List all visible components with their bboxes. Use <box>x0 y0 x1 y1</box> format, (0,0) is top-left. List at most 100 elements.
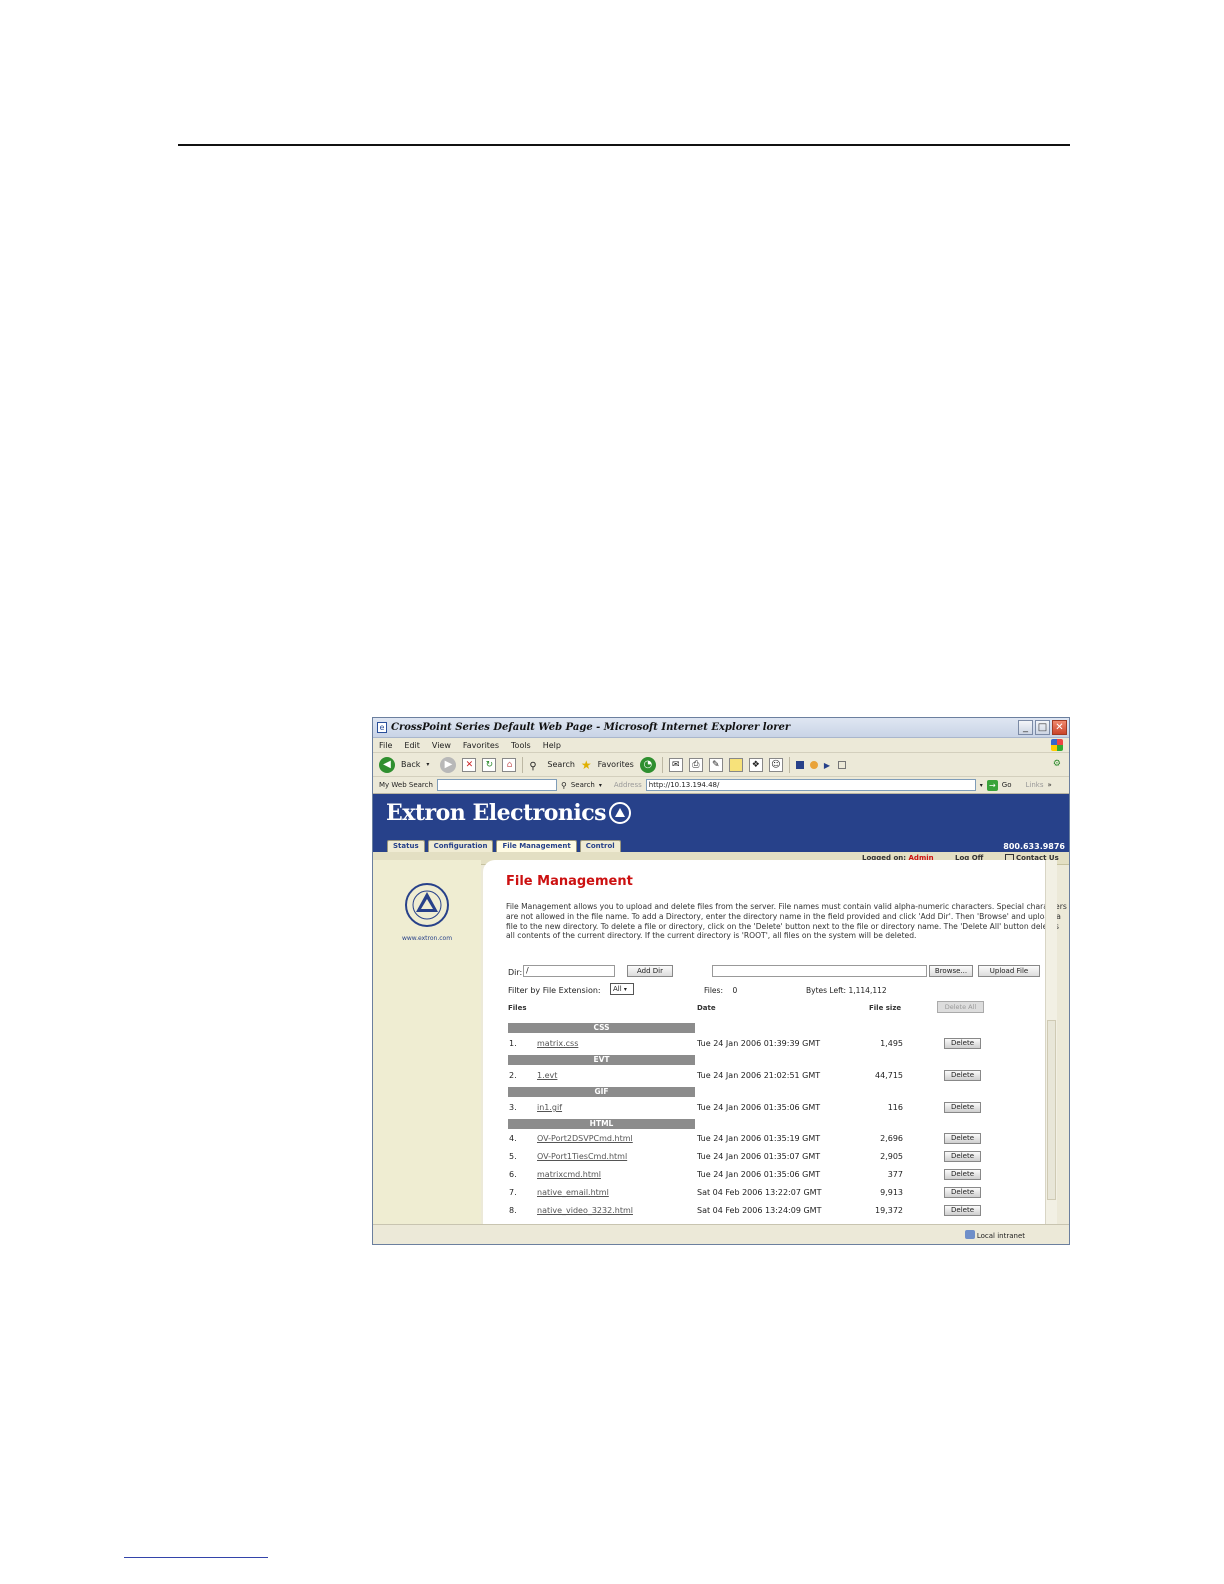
chevron-right-icon[interactable]: » <box>1048 781 1052 789</box>
address-dropdown-icon[interactable]: ▾ <box>980 782 983 789</box>
pointer-icon[interactable]: ▶ <box>824 761 832 770</box>
bytes-left: Bytes Left: 1,114,112 <box>806 986 887 995</box>
web-search-button[interactable]: Search <box>571 781 595 789</box>
file-size: 1,495 <box>880 1039 903 1048</box>
menu-favorites[interactable]: Favorites <box>463 741 499 750</box>
go-button[interactable]: Go <box>1002 781 1012 789</box>
tab-control[interactable]: Control <box>579 840 621 852</box>
address-bar: My Web Search ⚲ Search ▾ Address http://… <box>373 777 1069 794</box>
file-row-number: 6. <box>509 1170 517 1179</box>
favorites-star-icon[interactable]: ★ <box>581 758 592 772</box>
page-description: File Management allows you to upload and… <box>506 902 1067 941</box>
delete-button[interactable]: Delete <box>944 1187 981 1198</box>
delete-button[interactable]: Delete <box>944 1205 981 1216</box>
back-arrow-icon[interactable]: ◀ <box>379 756 395 773</box>
links-label[interactable]: Links <box>1026 781 1044 789</box>
search-label[interactable]: Search <box>547 760 574 769</box>
dir-input[interactable]: / <box>523 965 615 977</box>
favorites-label[interactable]: Favorites <box>598 760 634 769</box>
toolbar-extra-icon[interactable]: ⚙ <box>1053 759 1061 769</box>
research-icon[interactable]: ❖ <box>748 757 763 772</box>
sidebar-url[interactable]: www.extron.com <box>373 935 481 942</box>
tab-file-management[interactable]: File Management <box>496 840 577 852</box>
file-size: 116 <box>887 1103 903 1112</box>
col-date-header: Date <box>697 1004 716 1012</box>
minimize-button[interactable]: _ <box>1018 720 1033 735</box>
file-row-number: 5. <box>509 1152 517 1161</box>
page-scrollbar[interactable] <box>1045 860 1057 1224</box>
go-arrow-icon[interactable]: → <box>986 779 998 791</box>
menu-help[interactable]: Help <box>543 741 561 750</box>
file-date: Tue 24 Jan 2006 01:35:06 GMT <box>697 1103 821 1112</box>
page-title: File Management <box>506 874 633 889</box>
scrollbar-thumb[interactable] <box>1047 1020 1056 1200</box>
print-icon[interactable]: ⎙ <box>688 757 703 772</box>
toolbar-separator <box>522 756 524 773</box>
toolbar-separator <box>788 756 790 773</box>
stop-icon[interactable]: ✕ <box>462 757 477 772</box>
filter-label: Filter by File Extension: <box>508 986 601 995</box>
close-button[interactable]: ✕ <box>1052 720 1067 735</box>
history-icon[interactable]: ◔ <box>639 756 656 773</box>
tab-status[interactable]: Status <box>387 840 425 852</box>
file-link[interactable]: matrixcmd.html <box>537 1170 601 1179</box>
menu-file[interactable]: File <box>379 741 392 750</box>
edit-icon[interactable]: ✎ <box>708 757 723 772</box>
file-link[interactable]: in1.gif <box>537 1103 562 1112</box>
mail-icon[interactable]: ✉ <box>668 757 683 772</box>
menu-view[interactable]: View <box>432 741 451 750</box>
upload-file-button[interactable]: Upload File <box>978 965 1040 977</box>
messenger-icon[interactable]: ☺ <box>768 757 783 772</box>
chevron-down-icon: ▾ <box>623 986 627 993</box>
back-label[interactable]: Back <box>401 760 420 769</box>
upload-file-input[interactable] <box>712 965 927 977</box>
menu-tools[interactable]: Tools <box>511 741 531 750</box>
delete-button[interactable]: Delete <box>944 1038 981 1049</box>
address-input[interactable]: http://10.13.194.48/ <box>645 779 976 791</box>
file-link[interactable]: 1.evt <box>537 1071 557 1080</box>
files-label: Files: <box>704 986 723 995</box>
delete-button[interactable]: Delete <box>944 1070 981 1081</box>
menu-edit[interactable]: Edit <box>404 741 420 750</box>
left-sidebar: www.extron.com <box>373 860 481 1224</box>
file-link[interactable]: matrix.css <box>537 1039 578 1048</box>
search-dropdown-icon[interactable]: ▾ <box>599 782 602 789</box>
file-link[interactable]: OV-Port2DSVPCmd.html <box>537 1134 633 1143</box>
tab-configuration[interactable]: Configuration <box>427 840 494 852</box>
add-dir-button[interactable]: Add Dir <box>627 965 673 977</box>
delete-button[interactable]: Delete <box>944 1169 981 1180</box>
toolbar: ◀ Back ▾ ▶ ✕ ↻ ⌂ ⚲ Search ★ Favorites ◔ … <box>373 753 1069 777</box>
filter-extension-select[interactable]: All ▾ <box>610 983 634 995</box>
back-dropdown-icon[interactable]: ▾ <box>426 761 434 769</box>
file-size: 2,905 <box>880 1152 903 1161</box>
web-search-input[interactable] <box>436 779 557 791</box>
search-icon[interactable]: ⚲ <box>561 781 567 790</box>
folder-icon[interactable] <box>728 757 743 772</box>
maximize-button[interactable]: □ <box>1035 720 1050 735</box>
page-content: www.extron.com File Management File Mana… <box>373 860 1069 1224</box>
forward-arrow-icon[interactable]: ▶ <box>440 756 457 773</box>
file-link[interactable]: OV-Port1TiesCmd.html <box>537 1152 627 1161</box>
bytes-left-value: 1,114,112 <box>848 986 887 995</box>
file-link[interactable]: native_video_3232.html <box>537 1206 633 1215</box>
clock-icon[interactable] <box>809 760 818 769</box>
media-icon[interactable] <box>795 760 804 769</box>
col-files-header: Files <box>508 1004 527 1012</box>
delete-button[interactable]: Delete <box>944 1151 981 1162</box>
files-count-value: 0 <box>732 986 738 995</box>
file-size: 19,372 <box>875 1206 903 1215</box>
search-icon[interactable]: ⚲ <box>529 761 541 772</box>
group-header-css: CSS <box>508 1023 695 1033</box>
home-icon[interactable]: ⌂ <box>502 757 517 772</box>
file-link[interactable]: native_email.html <box>537 1188 609 1197</box>
delete-button[interactable]: Delete <box>944 1102 981 1113</box>
extron-logo-icon <box>609 802 631 824</box>
ie-page-icon: e <box>377 722 387 733</box>
delete-button[interactable]: Delete <box>944 1133 981 1144</box>
menu-bar: File Edit View Favorites Tools Help <box>373 738 1069 753</box>
browse-button[interactable]: Browse... <box>929 965 973 977</box>
delete-all-button[interactable]: Delete All <box>937 1001 984 1013</box>
refresh-icon[interactable]: ↻ <box>482 757 497 772</box>
file-size: 9,913 <box>880 1188 903 1197</box>
page-icon[interactable] <box>837 760 846 769</box>
